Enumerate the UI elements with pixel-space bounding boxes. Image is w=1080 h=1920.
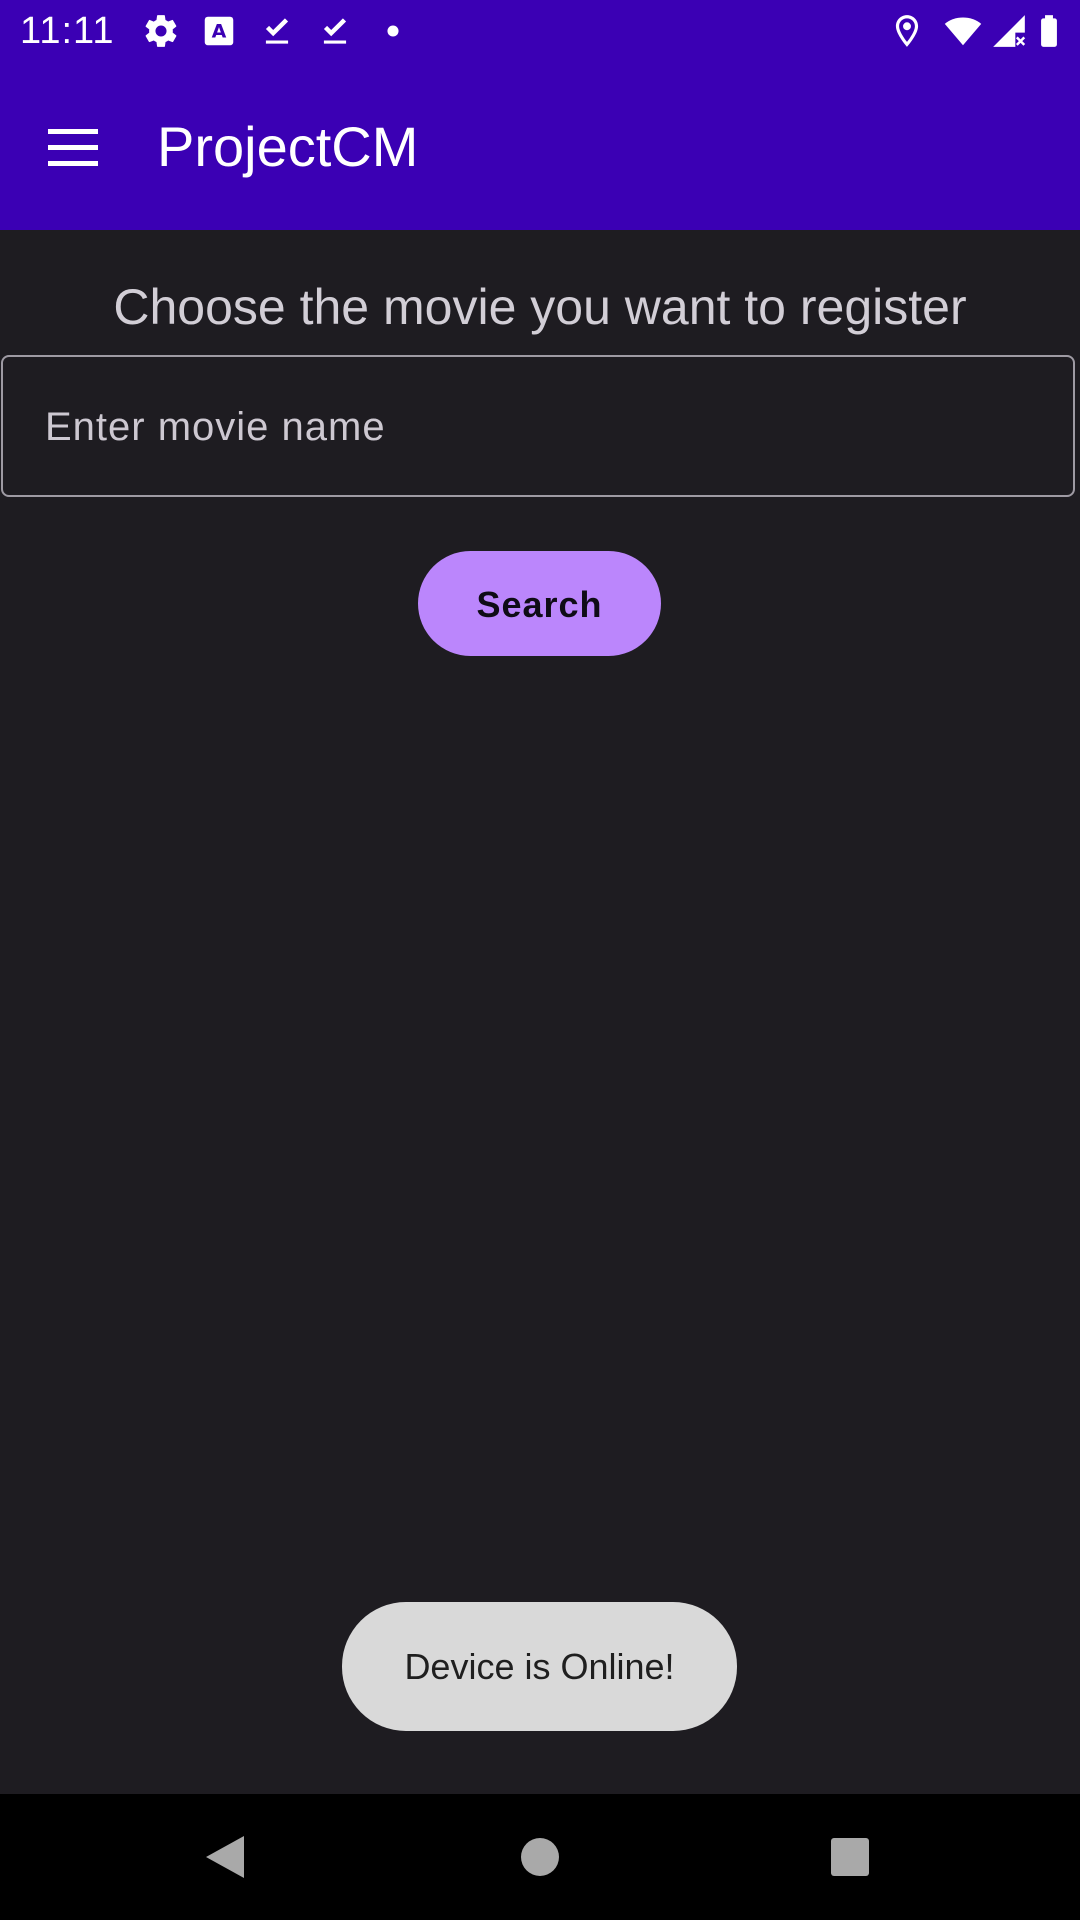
menu-button[interactable] <box>38 115 108 179</box>
app-bar: ProjectCM <box>0 63 1080 230</box>
search-button[interactable]: Search <box>418 551 661 656</box>
cell-signal-icon <box>993 15 1026 47</box>
settings-icon <box>145 15 177 47</box>
status-bar: 11:11 A <box>0 0 1080 63</box>
battery-icon <box>1041 15 1057 47</box>
movie-name-field[interactable] <box>1 355 1075 497</box>
location-icon <box>895 15 919 47</box>
download-done-icon <box>323 18 347 44</box>
app-screen: 11:11 A ProjectCM Choose the movie you w… <box>0 0 1080 1920</box>
status-time: 11:11 <box>20 10 115 52</box>
navigation-bar <box>0 1794 1080 1920</box>
page-heading: Choose the movie you want to register <box>113 279 967 335</box>
text-a-icon: A <box>204 16 234 46</box>
download-done-icon <box>265 18 289 44</box>
recents-icon[interactable] <box>815 1822 885 1892</box>
app-title: ProjectCM <box>157 115 419 178</box>
back-icon[interactable] <box>190 1822 260 1892</box>
wifi-icon <box>944 17 982 46</box>
toast-message: Device is Online! <box>342 1602 737 1731</box>
home-icon[interactable] <box>505 1822 575 1892</box>
svg-text:A: A <box>212 20 227 42</box>
hamburger-menu-icon <box>48 129 98 166</box>
movie-name-input[interactable] <box>43 357 1027 497</box>
dot-icon <box>387 25 399 37</box>
